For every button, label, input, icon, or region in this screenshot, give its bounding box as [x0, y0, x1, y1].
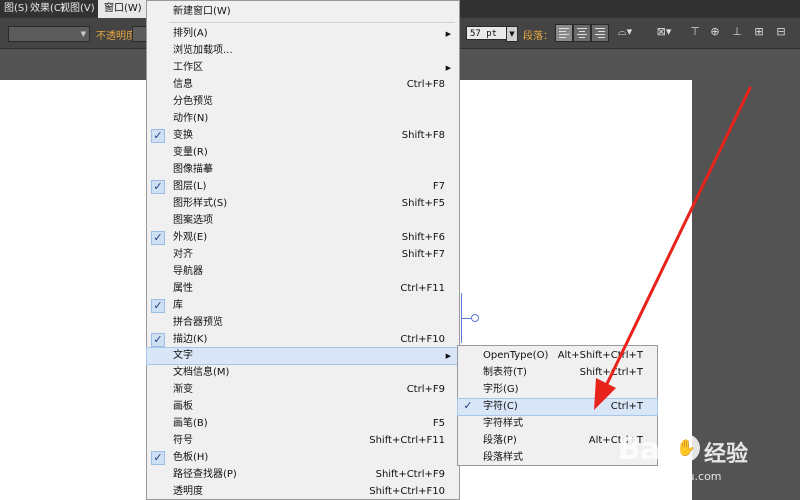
watermark: Bai ✋ 经验 jingyan.baidu.com — [618, 432, 798, 496]
watermark-brand: Bai — [618, 432, 669, 467]
watermark-title: 经验 — [704, 442, 749, 467]
red-arrow-icon — [594, 86, 752, 410]
paw-icon: ✋ — [672, 434, 700, 462]
watermark-url: jingyan.baidu.com — [620, 470, 722, 483]
